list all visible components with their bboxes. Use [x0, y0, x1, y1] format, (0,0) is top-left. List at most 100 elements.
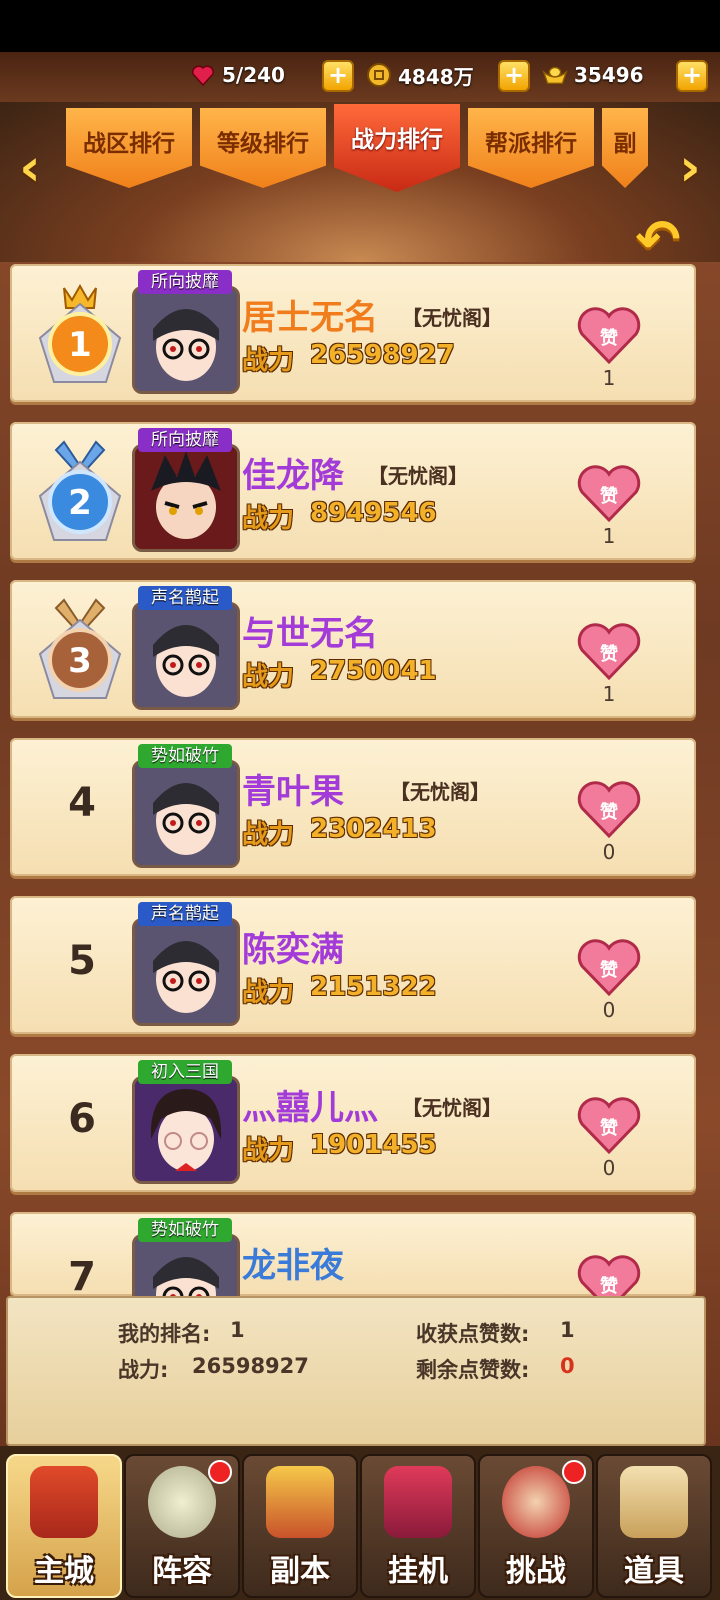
nav-label: 主城 [34, 1554, 94, 1589]
ranking-row: 6 初入三国 灬囍儿灬 【无忧阁】 战力 1901455 赞 0 [10, 1054, 696, 1192]
versus-heroes-icon [502, 1466, 570, 1538]
power-value: 8949546 [310, 498, 437, 528]
add-ingots-button[interactable]: + [676, 60, 708, 92]
nav-label: 阵容 [152, 1554, 212, 1589]
gold-medal-icon: 1 [38, 283, 122, 383]
rank-number: 4 [68, 780, 96, 826]
player-title-badge: 初入三国 [138, 1060, 232, 1084]
power-label: 战力 [242, 978, 295, 1008]
like-heart-icon[interactable]: 赞 [576, 780, 642, 840]
nav-dungeon[interactable]: 副本 [242, 1454, 358, 1598]
player-title-badge: 声名鹊起 [138, 902, 232, 926]
player-name: 龙非夜 [242, 1246, 344, 1286]
nav-lineup[interactable]: 阵容 [124, 1454, 240, 1598]
ranking-row: 5 声名鹊起 陈奕满 战力 2151322 赞 0 [10, 896, 696, 1034]
dungeon-scroll-icon [266, 1466, 334, 1538]
like-count: 0 [602, 840, 616, 864]
svg-text:赞: 赞 [599, 1276, 618, 1296]
coins-display: 4848万 [366, 60, 474, 90]
power-label: 战力 [242, 504, 295, 534]
nav-label: 副本 [270, 1554, 330, 1589]
svg-text:赞: 赞 [599, 644, 618, 665]
heart-stamina-icon [190, 62, 216, 88]
like-heart-icon[interactable]: 赞 [576, 622, 642, 682]
stamina-value: 5/240 [222, 63, 285, 87]
tab-next-arrow-icon[interactable]: › [666, 140, 714, 196]
player-guild: 【无忧阁】 [402, 1096, 502, 1120]
like-heart-icon[interactable]: 赞 [576, 464, 642, 524]
tab-prev-arrow-icon[interactable]: ‹ [6, 140, 54, 196]
ranking-row: 2 所向披靡 佳龙降 【无忧阁】 战力 8949546 赞 1 [10, 422, 696, 560]
rank-number: 6 [68, 1096, 96, 1142]
my-power-label: 战力: [118, 1358, 169, 1382]
svg-text:赞: 赞 [599, 1118, 618, 1139]
notification-dot [562, 1460, 586, 1484]
like-heart-icon[interactable]: 赞 [576, 1096, 642, 1156]
add-stamina-button[interactable]: + [322, 60, 354, 92]
player-name: 与世无名 [242, 614, 378, 654]
like-count: 1 [602, 524, 616, 548]
player-avatar[interactable] [132, 1076, 240, 1184]
player-avatar[interactable] [132, 286, 240, 394]
ingots-display: 35496 [542, 60, 644, 90]
stamina-display: 5/240 [190, 60, 285, 90]
player-avatar[interactable] [132, 918, 240, 1026]
nav-challenge[interactable]: 挑战 [478, 1454, 594, 1598]
power-label: 战力 [242, 820, 295, 850]
my-rank-label: 我的排名: [118, 1322, 211, 1346]
ranking-row: 4 势如破竹 青叶果 【无忧阁】 战力 2302413 赞 0 [10, 738, 696, 876]
player-title-badge: 所向披靡 [138, 428, 232, 452]
player-guild: 【无忧阁】 [368, 464, 468, 488]
power-label: 战力 [242, 346, 295, 376]
status-bar [0, 0, 720, 52]
martial-emblem-icon [148, 1466, 216, 1538]
like-heart-icon[interactable]: 赞 [576, 1254, 642, 1296]
player-title-badge: 所向披靡 [138, 270, 232, 294]
add-coins-button[interactable]: + [498, 60, 530, 92]
player-name: 灬囍儿灬 [242, 1088, 378, 1128]
silver-medal-icon: 2 [38, 440, 122, 541]
nav-label: 挂机 [388, 1554, 448, 1589]
likes-received-value: 1 [560, 1318, 575, 1342]
nav-idle[interactable]: 挂机 [360, 1454, 476, 1598]
player-name: 佳龙降 [242, 456, 344, 496]
power-value: 1901455 [310, 1130, 437, 1160]
back-arrow-icon[interactable]: ↶ [622, 212, 694, 268]
player-guild: 【无忧阁】 [390, 780, 490, 804]
tab-label: 副 [613, 131, 637, 157]
nav-label: 道具 [624, 1554, 684, 1589]
player-title-badge: 势如破竹 [138, 1218, 232, 1242]
like-heart-icon[interactable]: 赞 [576, 938, 642, 998]
power-value: 2151322 [310, 972, 437, 1002]
ingots-value: 35496 [574, 63, 644, 87]
treasure-bag-icon [384, 1466, 452, 1538]
ranking-row: 3 声名鹊起 与世无名 战力 2750041 赞 1 [10, 580, 696, 718]
player-guild: 【无忧阁】 [402, 306, 502, 330]
nav-main-city[interactable]: 主城 [6, 1454, 122, 1598]
like-count: 0 [602, 1156, 616, 1180]
bronze-medal-icon: 3 [38, 598, 122, 699]
rank-number: 7 [68, 1254, 96, 1296]
likes-remaining-label: 剩余点赞数: [416, 1358, 530, 1382]
player-avatar[interactable] [132, 1234, 240, 1296]
nav-items[interactable]: 道具 [596, 1454, 712, 1598]
player-avatar[interactable] [132, 444, 240, 552]
power-value: 2750041 [310, 656, 437, 686]
ranking-row: 7 势如破竹 龙非夜 赞 [10, 1212, 696, 1296]
player-avatar[interactable] [132, 760, 240, 868]
my-ranking-panel: 我的排名: 1 战力: 26598927 收获点赞数: 1 剩余点赞数: 0 [6, 1296, 706, 1446]
palace-icon [30, 1466, 98, 1538]
nav-label: 挑战 [506, 1554, 566, 1589]
coin-icon [366, 62, 392, 88]
player-name: 青叶果 [242, 772, 344, 812]
medal-rank-number: 1 [68, 325, 92, 365]
item-scroll-icon [620, 1466, 688, 1538]
like-heart-icon[interactable]: 赞 [576, 306, 642, 366]
bottom-nav: 主城 阵容 副本 挂机 挑战 道具 [0, 1446, 720, 1600]
gold-ingot-icon [542, 62, 568, 88]
player-avatar[interactable] [132, 602, 240, 710]
svg-text:赞: 赞 [599, 328, 618, 349]
power-value: 26598927 [310, 340, 455, 370]
likes-remaining-value: 0 [560, 1354, 575, 1378]
power-value: 2302413 [310, 814, 437, 844]
